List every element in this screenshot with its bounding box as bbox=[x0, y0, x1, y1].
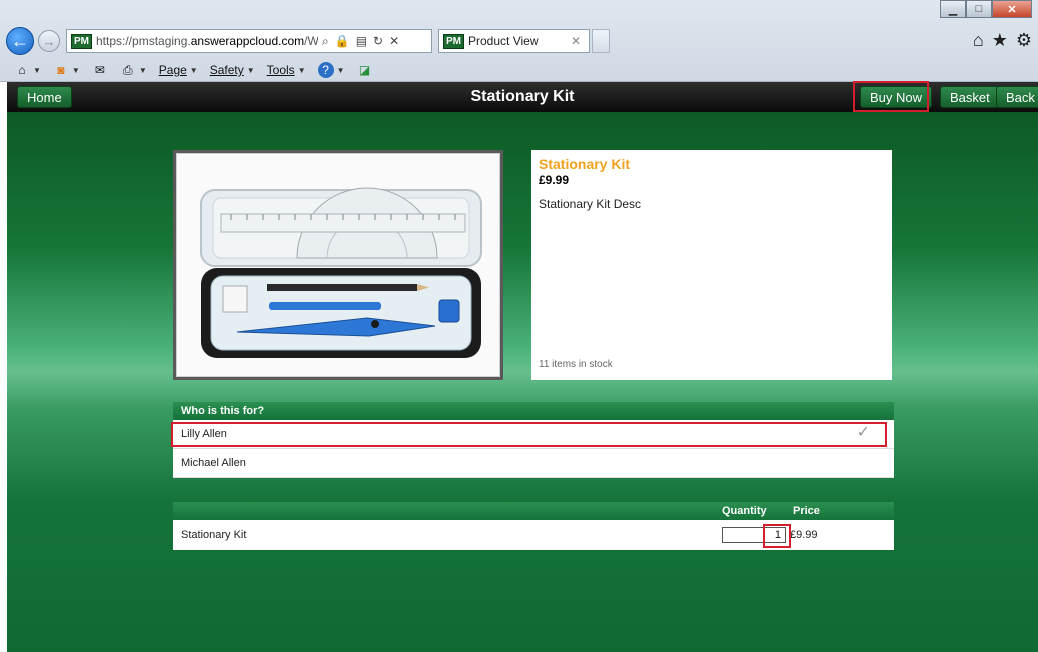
selected-recipient-highlight bbox=[171, 422, 887, 447]
buy-now-highlight bbox=[853, 81, 929, 112]
back-button[interactable]: Back bbox=[996, 86, 1038, 108]
address-icons: ⌕ 🔒 ▤ ↻ ✕ bbox=[322, 34, 399, 49]
browser-chrome: ▁ □ ✕ ← → PM https://pmstaging.answerapp… bbox=[0, 0, 1038, 82]
cmd-home[interactable]: ⌂ ▼ bbox=[14, 62, 41, 78]
print-icon: ⎙ bbox=[123, 62, 133, 77]
product-price: £9.99 bbox=[539, 173, 570, 187]
order-header: Quantity Price bbox=[173, 502, 894, 520]
browser-forward-icon[interactable]: → bbox=[38, 30, 60, 52]
tab-title: Product View bbox=[468, 34, 539, 48]
recipient-option-michael[interactable]: Michael Allen bbox=[173, 449, 894, 478]
cmd-help[interactable]: ? ▼ bbox=[317, 62, 345, 78]
quantity-highlight bbox=[763, 524, 791, 548]
cmd-print[interactable]: ⎙ ▼ bbox=[120, 62, 147, 78]
recipient-name: Michael Allen bbox=[181, 457, 246, 469]
address-bar[interactable]: PM https://pmstaging.answerappcloud.com/… bbox=[66, 29, 432, 53]
compatibility-icon[interactable]: ▤ bbox=[356, 34, 367, 49]
tab-close-icon[interactable]: ✕ bbox=[571, 34, 581, 48]
minimize-icon[interactable]: ▁ bbox=[940, 0, 966, 18]
research-icon: ◪ bbox=[358, 63, 371, 77]
favorites-star-icon[interactable]: ★ bbox=[992, 30, 1008, 51]
command-bar: ⌂ ▼ ◙ ▼ ✉ ⎙ ▼ Page ▼ Safety ▼ Tools ▼ ? ▼ ◪ bbox=[14, 60, 373, 80]
home-icon[interactable]: ⌂ bbox=[973, 30, 984, 51]
basket-button[interactable]: Basket bbox=[940, 86, 1000, 108]
tab-product-view[interactable]: PM Product View ✕ bbox=[438, 29, 590, 53]
price-header: Price bbox=[793, 505, 820, 517]
product-image bbox=[176, 153, 500, 377]
mail-icon: ✉ bbox=[94, 63, 105, 77]
settings-gear-icon[interactable]: ⚙ bbox=[1016, 30, 1032, 51]
stationery-kit-image bbox=[200, 187, 482, 358]
product-name: Stationary Kit bbox=[539, 156, 631, 172]
app-header: Home Stationary Kit Buy Now Basket Back bbox=[7, 81, 1038, 112]
cmd-feeds[interactable]: ◙ ▼ bbox=[53, 62, 80, 78]
lock-icon[interactable]: 🔒 bbox=[335, 34, 350, 49]
order-item-price: £9.99 bbox=[790, 529, 818, 541]
rss-icon: ◙ bbox=[57, 63, 65, 77]
browser-right-icons: ⌂ ★ ⚙ bbox=[973, 30, 1032, 51]
browser-back-icon[interactable]: ← bbox=[6, 27, 34, 55]
recipient-panel: Who is this for? Lilly Allen ✓ Michael A… bbox=[171, 402, 894, 478]
cmd-mail[interactable]: ✉ bbox=[92, 62, 108, 78]
order-row: Stationary Kit 1 £9.99 bbox=[173, 520, 894, 550]
cmd-research[interactable]: ◪ bbox=[357, 62, 373, 78]
order-summary: Quantity Price Stationary Kit 1 £9.99 bbox=[173, 502, 894, 550]
site-favicon: PM bbox=[71, 33, 92, 49]
order-item-name: Stationary Kit bbox=[181, 529, 247, 541]
menu-page[interactable]: Page ▼ bbox=[159, 63, 198, 77]
new-tab-button[interactable] bbox=[592, 29, 610, 53]
recipient-heading: Who is this for? bbox=[173, 402, 894, 420]
product-image-frame bbox=[173, 150, 503, 380]
stock-count: 11 items in stock bbox=[539, 359, 613, 370]
refresh-icon[interactable]: ↻ bbox=[373, 34, 383, 49]
search-icon[interactable]: ⌕ bbox=[322, 34, 329, 49]
quantity-header: Quantity bbox=[722, 505, 767, 517]
home-icon: ⌂ bbox=[18, 63, 26, 77]
tab-favicon: PM bbox=[443, 33, 464, 49]
close-window-icon[interactable]: ✕ bbox=[992, 0, 1032, 18]
stop-icon[interactable]: ✕ bbox=[389, 34, 399, 49]
help-icon: ? bbox=[317, 62, 334, 78]
maximize-icon[interactable]: □ bbox=[966, 0, 992, 18]
window-controls: ▁ □ ✕ bbox=[940, 0, 1032, 18]
product-info-card: Stationary Kit £9.99 Stationary Kit Desc… bbox=[531, 150, 892, 380]
address-url[interactable]: https://pmstaging.answerappcloud.com/Web… bbox=[96, 34, 318, 48]
menu-safety[interactable]: Safety ▼ bbox=[210, 63, 255, 77]
product-description: Stationary Kit Desc bbox=[539, 197, 642, 211]
main-content: Stationary Kit £9.99 Stationary Kit Desc… bbox=[7, 112, 1038, 652]
navigation-row: ← → PM https://pmstaging.answerappcloud.… bbox=[6, 26, 610, 56]
menu-tools[interactable]: Tools ▼ bbox=[267, 63, 306, 77]
